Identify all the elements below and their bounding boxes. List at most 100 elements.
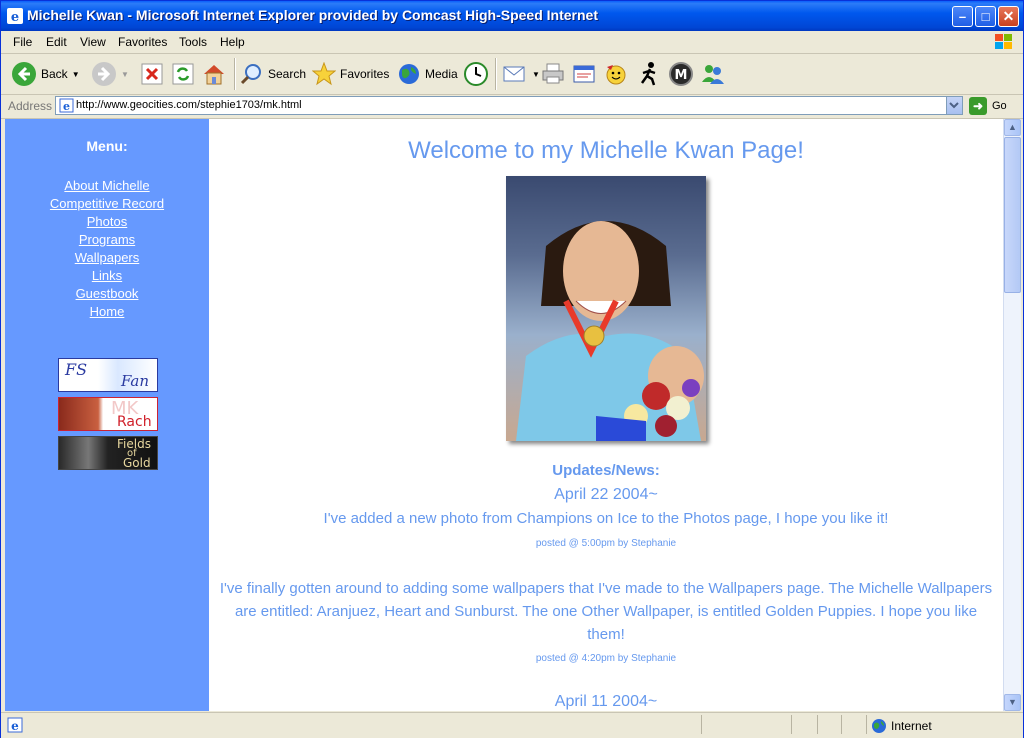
refresh-icon <box>172 63 194 85</box>
internet-globe-icon <box>872 719 886 733</box>
mail-button[interactable]: ▼ <box>502 60 540 88</box>
status-divider <box>701 715 702 734</box>
menu-favorites[interactable]: Favorites <box>118 35 167 49</box>
back-arrow-icon <box>12 62 36 86</box>
scroll-up-button[interactable]: ▲ <box>1004 119 1021 136</box>
forward-button[interactable]: ▼ <box>91 60 129 88</box>
media-label: Media <box>425 67 458 81</box>
edit-button[interactable] <box>572 60 596 88</box>
status-divider <box>866 715 867 734</box>
svg-text:e: e <box>63 100 70 113</box>
running-man-icon <box>640 62 656 86</box>
stop-button[interactable] <box>141 60 163 88</box>
research-m-icon: M <box>669 62 693 86</box>
news-post-2: I've finally gotten around to adding som… <box>219 580 993 643</box>
back-label: Back <box>41 67 68 81</box>
edit-page-icon <box>573 65 595 83</box>
internet-explorer-icon: e <box>7 8 23 24</box>
svg-text:M: M <box>675 68 688 83</box>
svg-text:e: e <box>11 10 19 24</box>
printer-icon <box>542 63 564 84</box>
menu-view[interactable]: View <box>80 35 106 49</box>
messenger-smiley-button[interactable] <box>604 60 628 88</box>
link-competitive-record[interactable]: Competitive Record <box>5 195 209 213</box>
address-input[interactable]: e http://www.geocities.com/stephie1703/m… <box>55 96 963 115</box>
status-divider <box>817 715 818 734</box>
scroll-down-button[interactable]: ▼ <box>1004 694 1021 711</box>
news-post-1: I've added a new photo from Champions on… <box>323 510 889 527</box>
back-button[interactable]: Back ▼ <box>11 60 80 88</box>
back-dropdown-icon[interactable]: ▼ <box>72 70 80 79</box>
go-button[interactable]: ➜ Go <box>969 96 1007 116</box>
toolbar-separator <box>495 58 497 90</box>
refresh-button[interactable] <box>172 60 194 88</box>
windows-logo-icon <box>995 34 1012 49</box>
updates-heading: Updates/News: <box>552 462 660 479</box>
security-zone: Internet <box>871 718 932 734</box>
star-icon <box>312 62 336 86</box>
address-bar: Address e http://www.geocities.com/steph… <box>1 95 1023 119</box>
main-content: Welcome to my Michelle Kwan Page! Update… <box>209 119 1003 711</box>
minimize-button[interactable]: – <box>952 6 973 27</box>
search-button[interactable]: Search <box>240 60 306 88</box>
menu-file[interactable]: File <box>13 35 32 49</box>
page-viewport[interactable]: Menu: About Michelle Competitive Record … <box>5 119 1003 711</box>
go-label: Go <box>992 100 1007 112</box>
menu-bar: File Edit View Favorites Tools Help <box>1 31 1023 54</box>
media-globe-icon <box>399 64 419 84</box>
skater-photo-illustration <box>516 221 704 441</box>
toolbar: Back ▼ ▼ Search Favorites Media ▼ M <box>1 54 1023 95</box>
mk-rach-banner[interactable]: MK Rach <box>58 397 158 431</box>
mail-icon <box>503 66 525 82</box>
link-programs[interactable]: Programs <box>5 231 209 249</box>
sidebar-links: About Michelle Competitive Record Photos… <box>5 177 209 321</box>
fields-of-gold-banner[interactable]: Fields of Gold <box>58 436 158 470</box>
forward-dropdown-icon[interactable]: ▼ <box>121 70 129 79</box>
rach-text: Rach <box>117 414 152 430</box>
media-button[interactable]: Media <box>397 60 458 88</box>
print-button[interactable] <box>541 60 565 88</box>
menu-help[interactable]: Help <box>220 35 245 49</box>
link-links[interactable]: Links <box>5 267 209 285</box>
link-about-michelle[interactable]: About Michelle <box>5 177 209 195</box>
toolbar-separator <box>234 58 236 90</box>
link-photos[interactable]: Photos <box>5 213 209 231</box>
page-icon: e <box>59 98 74 113</box>
address-url: http://www.geocities.com/stephie1703/mk.… <box>76 99 302 111</box>
search-label: Search <box>268 67 307 81</box>
title-bar[interactable]: e Michelle Kwan - Microsoft Internet Exp… <box>1 1 1023 31</box>
link-guestbook[interactable]: Guestbook <box>5 285 209 303</box>
news-date-1: April 22 2004~ <box>554 486 658 503</box>
home-button[interactable] <box>202 60 226 88</box>
menu-title: Menu: <box>86 138 128 154</box>
history-clock-icon <box>464 62 488 86</box>
history-button[interactable] <box>463 60 489 88</box>
close-button[interactable]: ✕ <box>998 6 1019 27</box>
svg-text:e: e <box>11 719 19 733</box>
gold-text: Gold <box>123 456 151 470</box>
search-icon <box>240 64 261 85</box>
window-title: Michelle Kwan - Microsoft Internet Explo… <box>27 7 598 23</box>
fsfan-banner[interactable]: FS Fan <box>58 358 158 392</box>
link-home[interactable]: Home <box>5 303 209 321</box>
smiley-icon <box>606 65 626 85</box>
menu-edit[interactable]: Edit <box>46 35 67 49</box>
maximize-button[interactable]: □ <box>975 6 996 27</box>
menu-tools[interactable]: Tools <box>179 35 207 49</box>
favorites-button[interactable]: Favorites <box>312 60 389 88</box>
scroll-thumb[interactable] <box>1004 137 1021 293</box>
research-button[interactable]: M <box>668 60 694 88</box>
link-wallpapers[interactable]: Wallpapers <box>5 249 209 267</box>
news-posted-1: posted @ 5:00pm by Stephanie <box>535 538 677 549</box>
news-posted-2: posted @ 4:20pm by Stephanie <box>535 653 677 664</box>
aim-button[interactable] <box>637 60 661 88</box>
address-label: Address <box>8 99 53 113</box>
zone-label: Internet <box>891 719 932 733</box>
address-dropdown-button[interactable] <box>946 97 962 114</box>
messenger-button[interactable] <box>700 60 726 88</box>
browser-window: e Michelle Kwan - Microsoft Internet Exp… <box>0 0 1024 738</box>
vertical-scrollbar[interactable]: ▲ ▼ <box>1003 119 1021 711</box>
mail-dropdown-icon[interactable]: ▼ <box>532 70 540 79</box>
sidebar: Menu: About Michelle Competitive Record … <box>5 119 209 711</box>
news-date-2: April 11 2004~ <box>554 693 658 710</box>
